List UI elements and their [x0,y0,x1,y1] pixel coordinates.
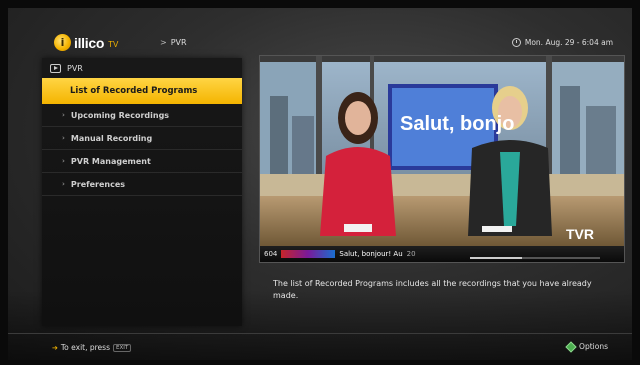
pvr-menu-panel: PVR List of Recorded Programs › Upcoming… [42,58,242,326]
ticker-progress-bar [470,257,600,259]
logo-suffix: TV [108,39,119,49]
description-text: The list of Recorded Programs includes a… [273,279,592,300]
pvr-icon [50,63,61,73]
arrow-right-icon: ➔ [52,343,58,352]
chevron-right-icon: › [62,134,65,142]
video-preview[interactable]: Salut, bonjo TVR 604 Salut, bonjour! Au … [259,55,625,263]
ticker-channel-banner [281,250,336,258]
datetime-text: Mon. Aug. 29 - 6:04 am [524,38,613,47]
menu-item-label: Manual Recording [70,133,153,143]
menu-item-label: PVR Management [70,156,151,166]
channel-logo: TVR [566,226,594,242]
options-label: Options [579,342,608,351]
breadcrumb-separator: > [160,38,167,47]
menu-item-label: Upcoming Recordings [70,110,170,120]
ticker-progress-fill [470,257,522,259]
breadcrumb-current: PVR [170,38,187,47]
chevron-right-icon: › [62,111,65,119]
ticker-channel-number: 604 [264,250,278,258]
breadcrumb: > PVR [160,38,187,47]
exit-hint: ➔ To exit, press EXIT [52,343,132,352]
menu-item-pvr-management[interactable]: › PVR Management [42,150,242,173]
exit-hint-text: To exit, press [60,343,110,352]
panel-title: PVR [67,63,83,73]
menu-item-upcoming-recordings[interactable]: › Upcoming Recordings [42,104,242,127]
menu-item-list-of-recorded-programs[interactable]: List of Recorded Programs [42,78,242,104]
set-sign-text: Salut, bonjo [400,113,515,135]
logo-text: illico [74,34,105,51]
panel-header: PVR [42,58,242,78]
tv-screen: i illico TV > PVR Mon. Aug. 29 - 6:04 am… [8,8,632,360]
exit-key-icon: EXIT [112,343,132,352]
green-diamond-icon [565,340,577,353]
menu-item-manual-recording[interactable]: › Manual Recording [42,127,242,150]
chevron-right-icon: › [62,180,65,188]
menu-item-label: List of Recorded Programs [70,86,198,96]
chevron-right-icon: › [62,157,65,165]
ticker-program-title: Salut, bonjour! Au [339,250,403,258]
clock-icon [511,38,521,47]
pvr-menu: List of Recorded Programs › Upcoming Rec… [42,78,242,196]
menu-item-label: Preferences [70,179,126,189]
options-button[interactable]: Options [565,340,608,353]
ticker-extra-info: 20 [406,250,416,258]
illico-logo-mark-icon: i [54,34,71,51]
datetime: Mon. Aug. 29 - 6:04 am [511,38,613,47]
illico-logo: i illico TV [54,34,118,51]
menu-item-preferences[interactable]: › Preferences [42,173,242,196]
footer-divider [8,333,632,334]
program-ticker: 604 Salut, bonjour! Au 20 [260,246,624,262]
